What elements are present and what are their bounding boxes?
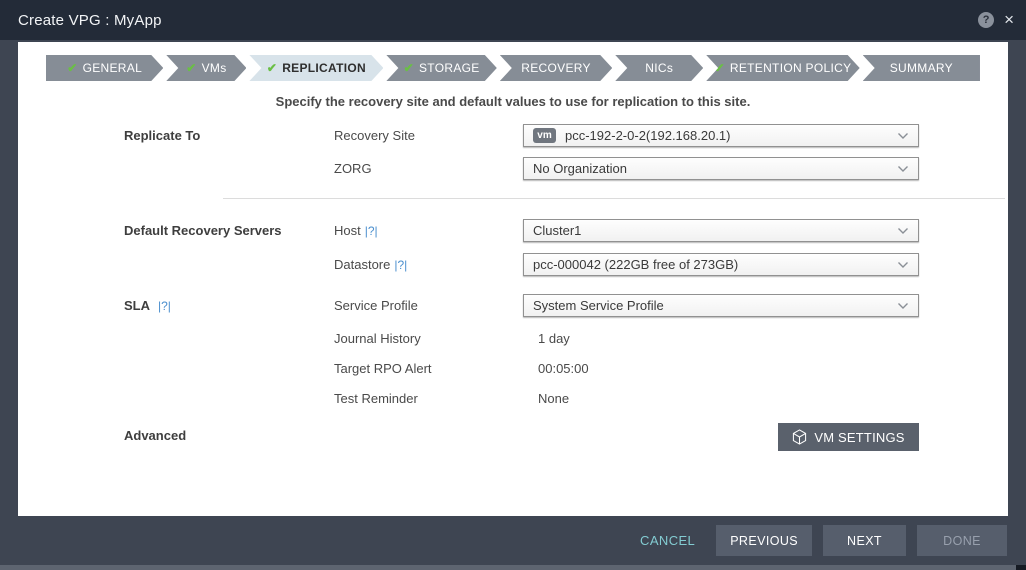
check-icon: ✔ — [186, 61, 196, 75]
cube-icon — [792, 429, 807, 445]
dialog-footer: CANCEL PREVIOUS NEXT DONE — [0, 516, 1026, 565]
wizard-step-vms[interactable]: ✔ VMs — [166, 55, 246, 81]
chevron-down-icon — [897, 261, 909, 269]
check-icon: ✔ — [267, 61, 277, 75]
chevron-down-icon — [897, 302, 909, 310]
target-rpo-alert-value: 00:05:00 — [538, 361, 589, 376]
datastore-label-text: Datastore — [334, 257, 390, 272]
service-profile-label: Service Profile — [334, 298, 418, 313]
datastore-value: pcc-000042 (222GB free of 273GB) — [533, 257, 897, 272]
section-replicate-to: Replicate To — [124, 128, 200, 143]
titlebar-icons: ? × — [978, 12, 1014, 28]
check-icon: ✔ — [67, 61, 77, 75]
bottom-right-corner — [1016, 565, 1026, 570]
step-label: STORAGE — [419, 61, 480, 75]
host-value: Cluster1 — [533, 223, 897, 238]
service-profile-select[interactable]: System Service Profile — [523, 294, 919, 317]
wizard-step-replication[interactable]: ✔ REPLICATION — [249, 55, 383, 81]
zorg-value: No Organization — [533, 161, 897, 176]
done-button[interactable]: DONE — [917, 525, 1007, 556]
page-bottom-edge — [0, 565, 1026, 570]
host-select[interactable]: Cluster1 — [523, 219, 919, 242]
section-advanced: Advanced — [124, 428, 186, 443]
host-label-text: Host — [334, 223, 361, 238]
close-icon[interactable]: × — [1004, 12, 1014, 28]
host-help-icon[interactable]: |?| — [365, 224, 378, 238]
wizard-step-general[interactable]: ✔ GENERAL — [46, 55, 163, 81]
step-label: RECOVERY — [521, 61, 591, 75]
datastore-label: Datastore |?| — [334, 257, 407, 272]
dialog-title: Create VPG : MyApp — [18, 12, 162, 29]
step-label: NICs — [645, 61, 673, 75]
zorg-select[interactable]: No Organization — [523, 157, 919, 180]
wizard-step-nics[interactable]: NICs — [615, 55, 703, 81]
recovery-site-value: pcc-192-2-0-2(192.168.20.1) — [565, 128, 897, 143]
recovery-site-select[interactable]: vm pcc-192-2-0-2(192.168.20.1) — [523, 124, 919, 147]
step-label: VMs — [202, 61, 227, 75]
datastore-select[interactable]: pcc-000042 (222GB free of 273GB) — [523, 253, 919, 276]
previous-button[interactable]: PREVIOUS — [716, 525, 812, 556]
test-reminder-value: None — [538, 391, 569, 406]
service-profile-value: System Service Profile — [533, 298, 897, 313]
section-sla: SLA |?| — [124, 298, 171, 313]
check-icon: ✔ — [404, 61, 414, 75]
page-subtitle: Specify the recovery site and default va… — [18, 94, 1008, 109]
cancel-button[interactable]: CANCEL — [640, 533, 695, 548]
chevron-down-icon — [897, 227, 909, 235]
recovery-site-label: Recovery Site — [334, 128, 415, 143]
step-label: GENERAL — [83, 61, 142, 75]
dialog-titlebar: Create VPG : MyApp ? × — [0, 0, 1026, 40]
journal-history-label: Journal History — [334, 331, 421, 346]
zorg-label: ZORG — [334, 161, 372, 176]
wizard-step-storage[interactable]: ✔ STORAGE — [386, 55, 496, 81]
check-icon: ✔ — [715, 61, 725, 75]
section-divider — [223, 198, 1005, 199]
vm-settings-button[interactable]: VM SETTINGS — [778, 423, 919, 451]
wizard-step-recovery[interactable]: RECOVERY — [500, 55, 612, 81]
chevron-down-icon — [897, 132, 909, 140]
step-label: SUMMARY — [890, 61, 953, 75]
wizard-step-bar: ✔ GENERAL ✔ VMs ✔ REPLICATION ✔ STORAGE … — [46, 55, 980, 81]
journal-history-value: 1 day — [538, 331, 570, 346]
sla-help-icon[interactable]: |?| — [158, 299, 171, 313]
next-button[interactable]: NEXT — [823, 525, 906, 556]
host-label: Host |?| — [334, 223, 378, 238]
step-label: RETENTION POLICY — [730, 61, 851, 75]
dialog-content: ✔ GENERAL ✔ VMs ✔ REPLICATION ✔ STORAGE … — [18, 42, 1008, 516]
target-rpo-alert-label: Target RPO Alert — [334, 361, 432, 376]
sla-label-text: SLA — [124, 298, 150, 313]
section-default-recovery-servers: Default Recovery Servers — [124, 223, 282, 238]
help-icon[interactable]: ? — [978, 12, 994, 28]
datastore-help-icon[interactable]: |?| — [394, 258, 407, 272]
test-reminder-label: Test Reminder — [334, 391, 418, 406]
step-label: REPLICATION — [282, 61, 366, 75]
wizard-step-summary[interactable]: SUMMARY — [863, 55, 980, 81]
vm-badge-icon: vm — [533, 128, 556, 143]
chevron-down-icon — [897, 165, 909, 173]
wizard-step-retention-policy[interactable]: ✔ RETENTION POLICY — [706, 55, 859, 81]
vm-settings-label: VM SETTINGS — [814, 430, 904, 445]
